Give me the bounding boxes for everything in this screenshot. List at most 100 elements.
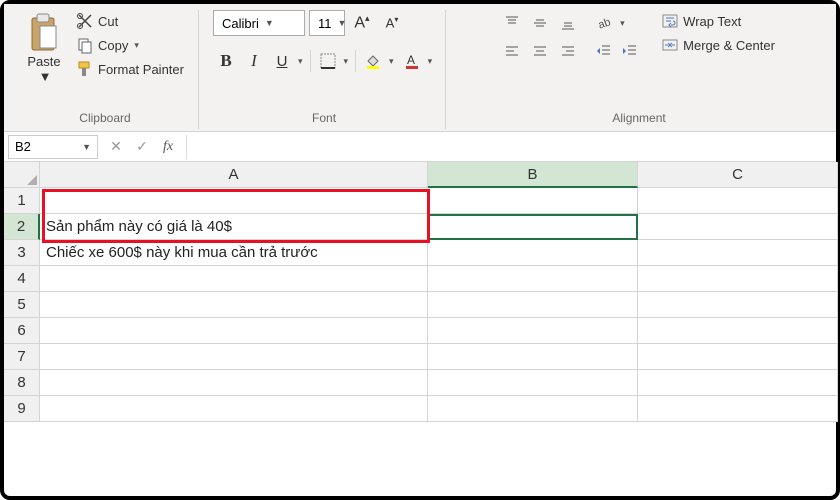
paintbrush-icon: [76, 60, 94, 78]
column-header-B[interactable]: B: [428, 162, 638, 188]
cell-C4[interactable]: [638, 266, 838, 292]
cell-A9[interactable]: [40, 396, 428, 422]
paste-label: Paste: [27, 54, 60, 69]
cell-A3[interactable]: Chiếc xe 600$ này khi mua cần trả trước: [40, 240, 428, 266]
font-color-button[interactable]: A ▾: [399, 48, 436, 74]
copy-icon: [76, 36, 94, 54]
cell-A5[interactable]: [40, 292, 428, 318]
cell-C5[interactable]: [638, 292, 838, 318]
increase-font-button[interactable]: A▴: [349, 10, 375, 36]
cell-C7[interactable]: [638, 344, 838, 370]
chevron-down-icon: ▾: [386, 56, 397, 67]
cell-C8[interactable]: [638, 370, 838, 396]
chevron-down-icon: ▾: [341, 56, 352, 67]
name-box[interactable]: B2 ▼: [8, 135, 98, 159]
increase-indent-button[interactable]: [617, 38, 643, 64]
cell-B7[interactable]: [428, 344, 638, 370]
name-box-value: B2: [15, 139, 31, 154]
orientation-button[interactable]: ab ▾: [591, 10, 643, 36]
align-top-button[interactable]: [499, 10, 525, 36]
align-center-button[interactable]: [527, 38, 553, 64]
cancel-button[interactable]: ✕: [104, 135, 128, 159]
cell-C3[interactable]: [638, 240, 838, 266]
cell-B5[interactable]: [428, 292, 638, 318]
decrease-indent-button[interactable]: [591, 38, 617, 64]
chevron-down-icon: ▼: [337, 18, 346, 28]
merge-center-button[interactable]: Merge & Center: [657, 34, 779, 56]
alignment-group-label: Alignment: [612, 109, 665, 129]
font-group-label: Font: [312, 109, 336, 129]
formula-input[interactable]: [186, 135, 836, 159]
cell-B2[interactable]: [428, 214, 638, 240]
wrap-text-button[interactable]: Wrap Text: [657, 10, 779, 32]
cell-C9[interactable]: [638, 396, 838, 422]
row-header-5[interactable]: 5: [4, 292, 40, 318]
align-center-icon: [532, 43, 548, 59]
cell-B6[interactable]: [428, 318, 638, 344]
cell-A4[interactable]: [40, 266, 428, 292]
cell-B9[interactable]: [428, 396, 638, 422]
italic-button[interactable]: I: [241, 48, 267, 74]
cell-C1[interactable]: [638, 188, 838, 214]
borders-button[interactable]: ▾: [315, 48, 352, 74]
align-right-button[interactable]: [555, 38, 581, 64]
insert-function-button[interactable]: fx: [156, 135, 180, 159]
underline-icon: U: [269, 48, 295, 74]
decrease-indent-icon: [596, 43, 612, 59]
cell-B1[interactable]: [428, 188, 638, 214]
font-name-combo[interactable]: Calibri ▼: [213, 10, 305, 36]
row-header-1[interactable]: 1: [4, 188, 40, 214]
cell-A1[interactable]: [40, 188, 428, 214]
column-header-C[interactable]: C: [638, 162, 838, 188]
cell-A8[interactable]: [40, 370, 428, 396]
row-header-4[interactable]: 4: [4, 266, 40, 292]
font-name-value: Calibri: [222, 16, 259, 31]
increase-indent-icon: [622, 43, 638, 59]
fill-color-icon: [360, 48, 386, 74]
align-middle-button[interactable]: [527, 10, 553, 36]
cell-B4[interactable]: [428, 266, 638, 292]
enter-button[interactable]: ✓: [130, 135, 154, 159]
alignment-group: ab ▾ Wrap Text Merge & Center Ali: [450, 10, 828, 129]
format-painter-button[interactable]: Format Painter: [72, 58, 188, 80]
chevron-down-icon: ▼: [82, 142, 91, 152]
cell-A6[interactable]: [40, 318, 428, 344]
cell-B3[interactable]: [428, 240, 638, 266]
scissors-icon: [76, 12, 94, 30]
cell-C2[interactable]: [638, 214, 838, 240]
font-size-combo[interactable]: 11 ▼: [309, 10, 345, 36]
row-header-8[interactable]: 8: [4, 370, 40, 396]
align-left-button[interactable]: [499, 38, 525, 64]
decrease-font-button[interactable]: A▾: [379, 10, 405, 36]
row-header-2[interactable]: 2: [4, 214, 40, 240]
paste-button[interactable]: Paste ▼: [22, 10, 66, 86]
align-middle-icon: [532, 15, 548, 31]
separator: [310, 50, 311, 72]
ribbon: Paste ▼ Cut Copy ▾ Format Painter C: [4, 4, 836, 132]
copy-label: Copy: [98, 38, 128, 53]
cell-C6[interactable]: [638, 318, 838, 344]
cell-B8[interactable]: [428, 370, 638, 396]
row-header-9[interactable]: 9: [4, 396, 40, 422]
underline-button[interactable]: U ▾: [269, 48, 306, 74]
align-bottom-button[interactable]: [555, 10, 581, 36]
clipboard-group: Paste ▼ Cut Copy ▾ Format Painter C: [12, 10, 199, 129]
svg-text:ab: ab: [597, 16, 612, 31]
paste-icon: [26, 12, 62, 54]
row-header-7[interactable]: 7: [4, 344, 40, 370]
fill-color-button[interactable]: ▾: [360, 48, 397, 74]
copy-button[interactable]: Copy ▾: [72, 34, 188, 56]
border-icon: [315, 48, 341, 74]
cell-A2[interactable]: Sản phẩm này có giá là 40$: [40, 214, 428, 240]
select-all-corner[interactable]: [4, 162, 40, 188]
row-header-3[interactable]: 3: [4, 240, 40, 266]
align-bottom-icon: [560, 15, 576, 31]
row-header-6[interactable]: 6: [4, 318, 40, 344]
chevron-down-icon: ▾: [425, 56, 436, 67]
cell-A7[interactable]: [40, 344, 428, 370]
cut-button[interactable]: Cut: [72, 10, 188, 32]
column-header-A[interactable]: A: [40, 162, 428, 188]
chevron-down-icon: ▼: [39, 69, 52, 84]
merge-icon: [661, 36, 679, 54]
bold-button[interactable]: B: [213, 48, 239, 74]
